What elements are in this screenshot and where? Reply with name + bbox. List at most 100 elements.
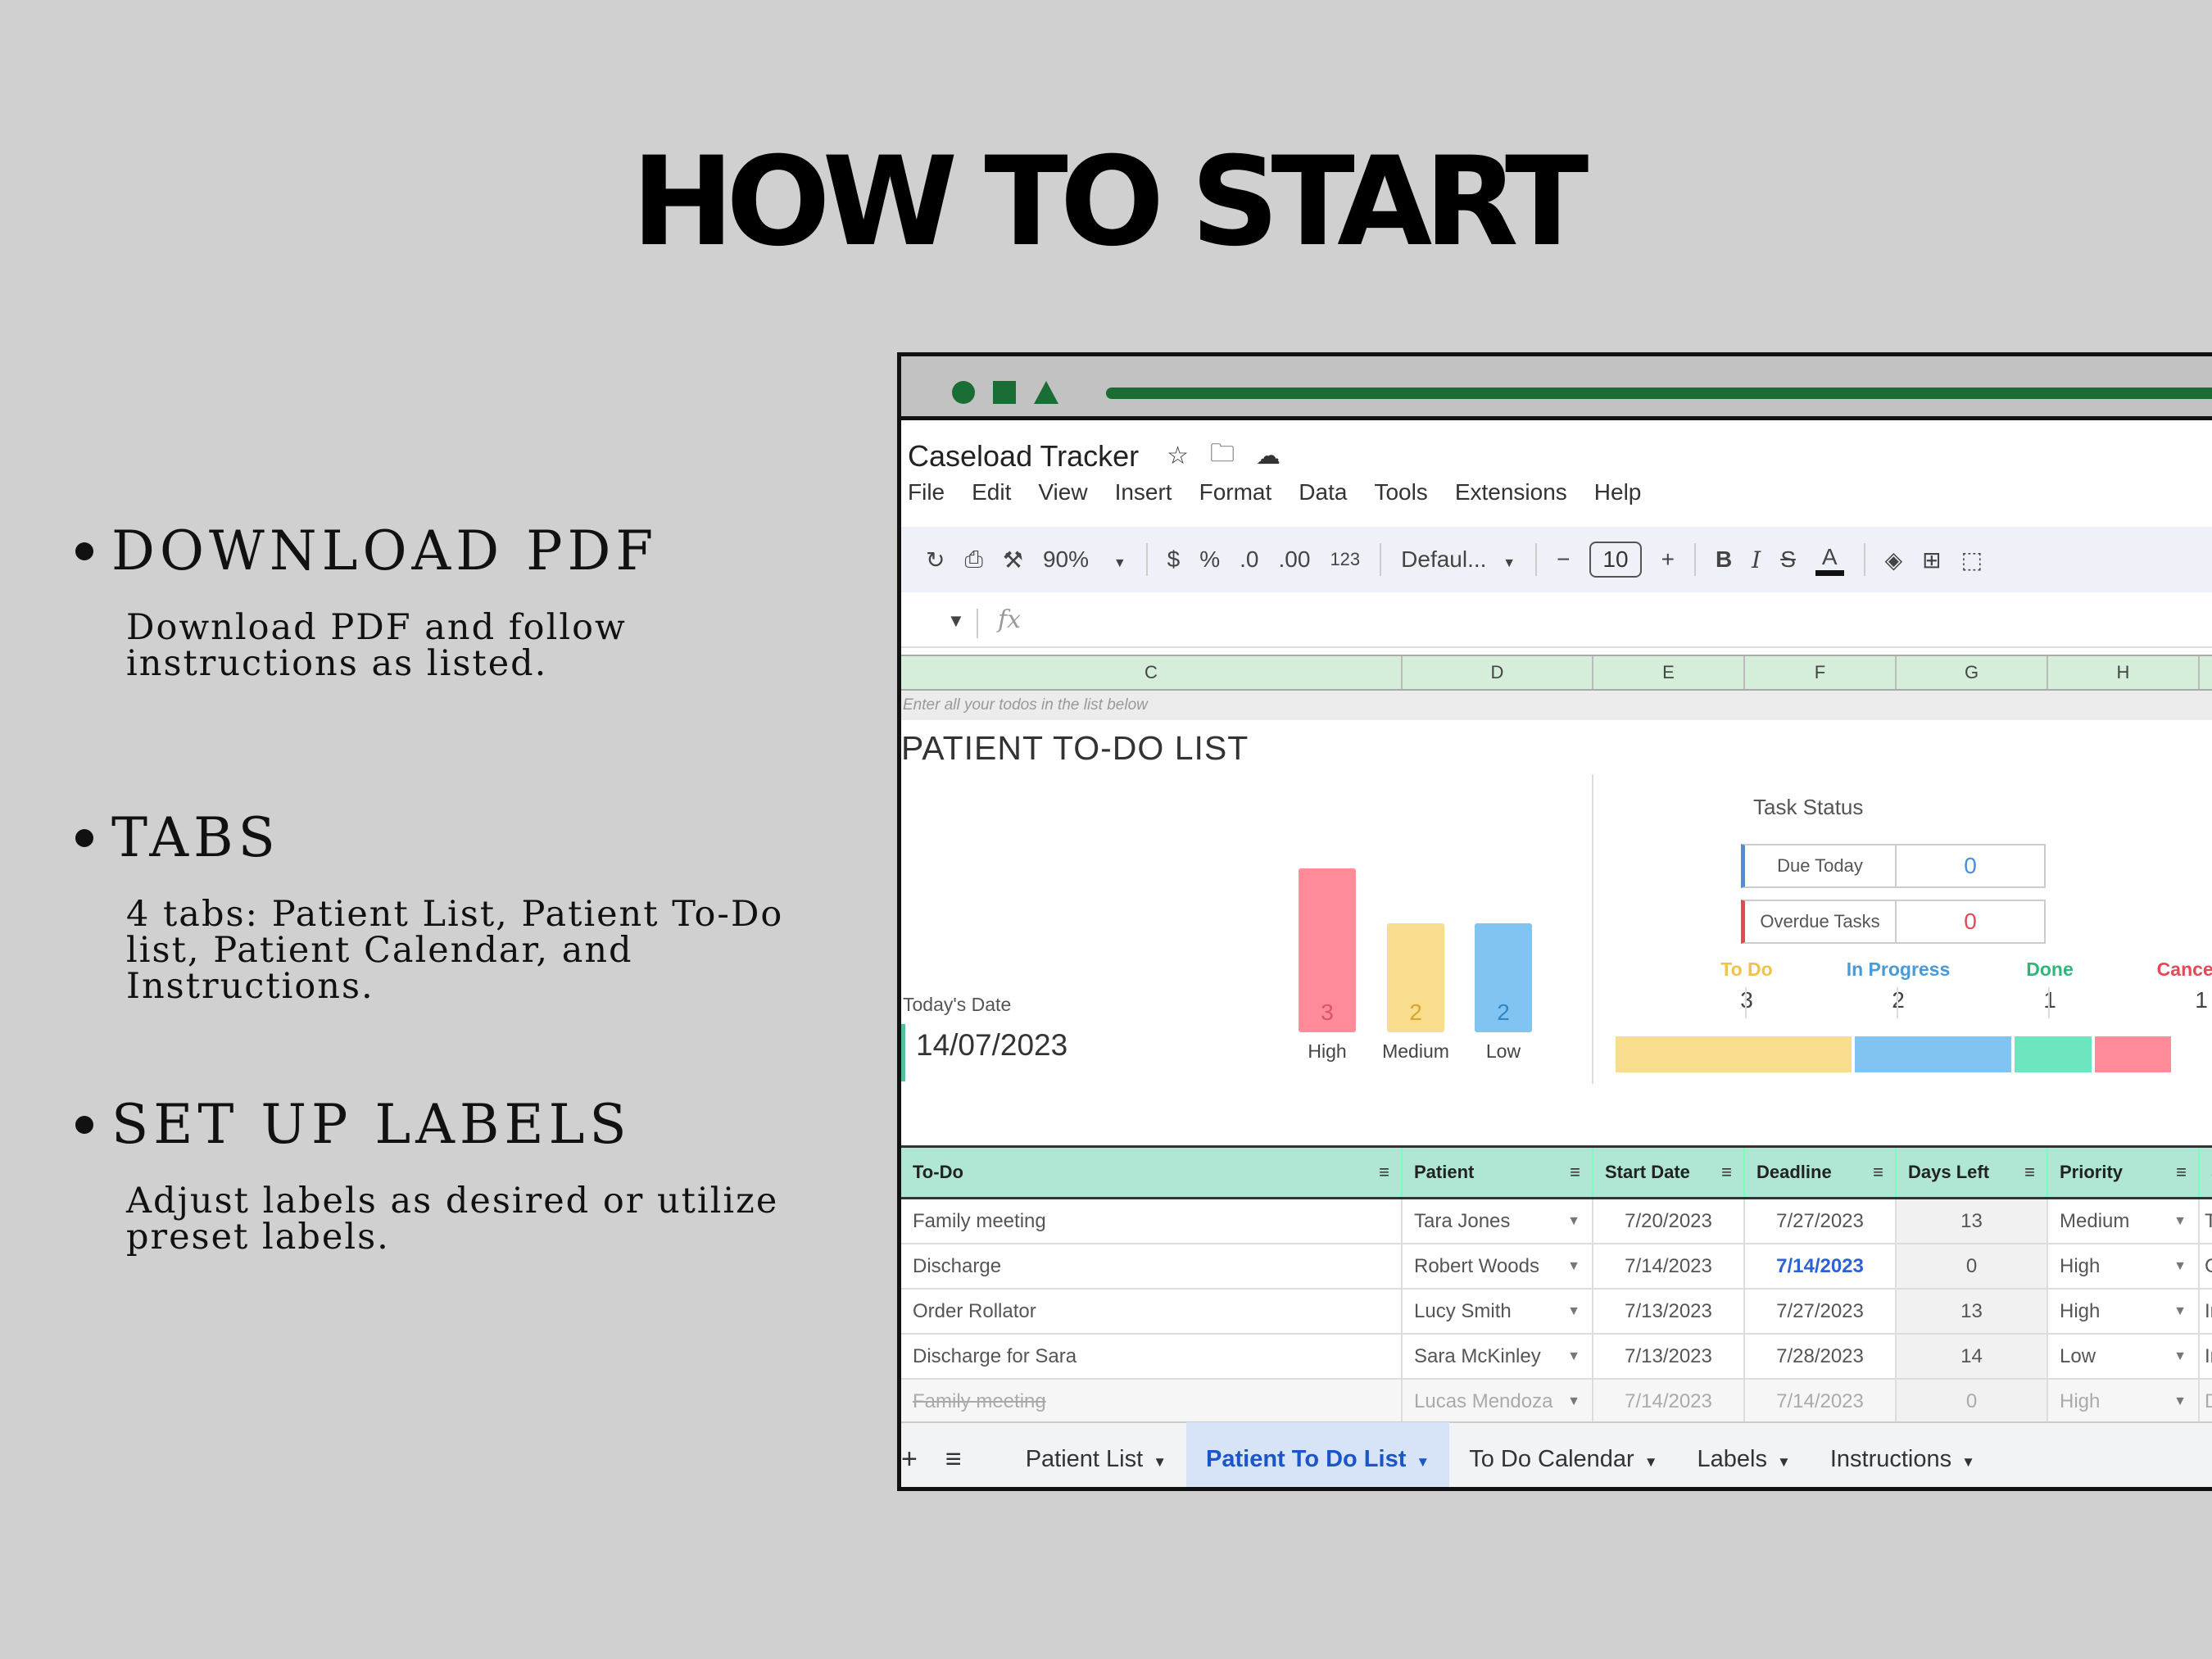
cloud-status-icon[interactable]: ☁ bbox=[1256, 442, 1281, 470]
chevron-down-icon[interactable]: ▼ bbox=[2173, 1335, 2187, 1378]
deadline-cell[interactable]: 7/28/2023 bbox=[1745, 1335, 1897, 1378]
merge-cells-icon[interactable]: ⬚ bbox=[1961, 546, 1983, 573]
menu-tools[interactable]: Tools bbox=[1374, 479, 1427, 505]
add-sheet-icon[interactable]: + bbox=[901, 1444, 918, 1475]
chevron-down-icon[interactable]: ▼ bbox=[1567, 1199, 1580, 1243]
increase-decimal-button[interactable]: .00 bbox=[1279, 546, 1311, 573]
filter-icon[interactable]: ≡ bbox=[2024, 1148, 2035, 1197]
tab-instructions[interactable]: Instructions ▼ bbox=[1811, 1422, 1995, 1487]
filter-icon[interactable]: ≡ bbox=[1873, 1148, 1883, 1197]
column-header-d[interactable]: D bbox=[1403, 656, 1593, 689]
chevron-down-icon[interactable]: ▼ bbox=[1567, 1244, 1580, 1288]
status-cell[interactable]: D bbox=[2200, 1380, 2212, 1423]
patient-cell[interactable]: Sara McKinley ▼ bbox=[1403, 1335, 1593, 1378]
minus-icon[interactable]: − bbox=[1557, 546, 1570, 573]
todo-cell[interactable]: Family meeting bbox=[901, 1380, 1403, 1423]
deadline-cell[interactable]: 7/14/2023 bbox=[1745, 1380, 1897, 1423]
paint-format-icon[interactable]: ⚒ bbox=[1003, 546, 1023, 573]
priority-cell[interactable]: High ▼ bbox=[2048, 1380, 2200, 1423]
chevron-down-icon[interactable]: ▼ bbox=[1567, 1380, 1580, 1423]
todo-cell[interactable]: Discharge for Sara bbox=[901, 1335, 1403, 1378]
menu-data[interactable]: Data bbox=[1299, 479, 1347, 505]
print-icon[interactable]: ⎙ bbox=[964, 546, 982, 573]
header-status[interactable]: St bbox=[2200, 1148, 2212, 1197]
patient-cell[interactable]: Robert Woods ▼ bbox=[1403, 1244, 1593, 1288]
status-cell[interactable]: In bbox=[2200, 1290, 2212, 1333]
number-format-button[interactable]: 123 bbox=[1330, 549, 1360, 570]
status-cell[interactable]: Ca bbox=[2200, 1244, 2212, 1288]
priority-cell[interactable]: Medium ▼ bbox=[2048, 1199, 2200, 1243]
deadline-cell[interactable]: 7/27/2023 bbox=[1745, 1290, 1897, 1333]
font-select[interactable]: Defaul... ▼ bbox=[1401, 546, 1516, 573]
header-todo[interactable]: To-Do ≡ bbox=[901, 1148, 1403, 1197]
menu-view[interactable]: View bbox=[1038, 479, 1087, 505]
start-date-cell[interactable]: 7/13/2023 bbox=[1593, 1290, 1745, 1333]
percent-format-button[interactable]: % bbox=[1199, 546, 1220, 573]
todo-cell[interactable]: Discharge bbox=[901, 1244, 1403, 1288]
start-date-cell[interactable]: 7/14/2023 bbox=[1593, 1380, 1745, 1423]
all-sheets-icon[interactable]: ≡ bbox=[945, 1444, 962, 1475]
menu-extensions[interactable]: Extensions bbox=[1455, 479, 1567, 505]
chevron-down-icon[interactable]: ▼ bbox=[2173, 1244, 2187, 1288]
chevron-down-icon[interactable]: ▼ bbox=[2173, 1380, 2187, 1423]
star-icon[interactable]: ☆ bbox=[1167, 442, 1189, 470]
status-cell[interactable]: In bbox=[2200, 1335, 2212, 1378]
zoom-select[interactable]: 90% ▼ bbox=[1043, 546, 1126, 573]
start-date-cell[interactable]: 7/13/2023 bbox=[1593, 1335, 1745, 1378]
column-header-e[interactable]: E bbox=[1593, 656, 1745, 689]
chevron-down-icon[interactable]: ▼ bbox=[1567, 1335, 1580, 1378]
tab-labels[interactable]: Labels ▼ bbox=[1678, 1422, 1811, 1487]
priority-cell[interactable]: Low ▼ bbox=[2048, 1335, 2200, 1378]
decrease-decimal-button[interactable]: .0 bbox=[1240, 546, 1258, 573]
header-start-date[interactable]: Start Date ≡ bbox=[1593, 1148, 1745, 1197]
header-patient[interactable]: Patient ≡ bbox=[1403, 1148, 1593, 1197]
borders-icon[interactable]: ⊞ bbox=[1922, 546, 1941, 573]
plus-icon[interactable]: + bbox=[1661, 546, 1675, 573]
menu-file[interactable]: File bbox=[908, 479, 945, 505]
move-folder-icon[interactable]: 🗀 bbox=[1210, 435, 1235, 477]
todo-cell[interactable]: Family meeting bbox=[901, 1199, 1403, 1243]
todo-cell[interactable]: Order Rollator bbox=[901, 1290, 1403, 1333]
filter-icon[interactable]: ≡ bbox=[1721, 1148, 1732, 1197]
bold-button[interactable]: B bbox=[1716, 546, 1732, 573]
chevron-down-icon[interactable]: ▼ bbox=[2173, 1290, 2187, 1333]
chevron-down-icon[interactable]: ▼ bbox=[1567, 1290, 1580, 1333]
date-value[interactable]: 14/07/2023 bbox=[916, 1028, 1067, 1063]
column-header-f[interactable]: F bbox=[1745, 656, 1897, 689]
font-size-input[interactable]: 10 bbox=[1589, 542, 1642, 578]
column-header-h[interactable]: H bbox=[2048, 656, 2200, 689]
text-color-button[interactable]: A bbox=[1815, 544, 1844, 576]
patient-cell[interactable]: Tara Jones ▼ bbox=[1403, 1199, 1593, 1243]
start-date-cell[interactable]: 7/20/2023 bbox=[1593, 1199, 1745, 1243]
filter-icon[interactable]: ≡ bbox=[1570, 1148, 1580, 1197]
priority-cell[interactable]: High ▼ bbox=[2048, 1290, 2200, 1333]
fill-color-icon[interactable]: ◈ bbox=[1885, 546, 1903, 573]
header-deadline[interactable]: Deadline ≡ bbox=[1745, 1148, 1897, 1197]
header-priority[interactable]: Priority ≡ bbox=[2048, 1148, 2200, 1197]
column-header-c[interactable]: C bbox=[901, 656, 1403, 689]
italic-button[interactable]: I bbox=[1752, 546, 1761, 573]
strikethrough-button[interactable]: S bbox=[1780, 546, 1796, 573]
filter-icon[interactable]: ≡ bbox=[1379, 1148, 1389, 1197]
header-days-left[interactable]: Days Left ≡ bbox=[1897, 1148, 2048, 1197]
formula-icon[interactable]: fx bbox=[998, 605, 1021, 634]
menu-insert[interactable]: Insert bbox=[1115, 479, 1172, 505]
menu-edit[interactable]: Edit bbox=[972, 479, 1011, 505]
tab-patient-to-do-list[interactable]: Patient To Do List ▼ bbox=[1186, 1422, 1450, 1487]
currency-format-button[interactable]: $ bbox=[1167, 546, 1181, 573]
start-date-cell[interactable]: 7/14/2023 bbox=[1593, 1244, 1745, 1288]
tab-to-do-calendar[interactable]: To Do Calendar ▼ bbox=[1449, 1422, 1677, 1487]
redo-icon[interactable]: ↻ bbox=[926, 546, 945, 573]
patient-cell[interactable]: Lucy Smith ▼ bbox=[1403, 1290, 1593, 1333]
chevron-down-icon[interactable]: ▼ bbox=[2173, 1199, 2187, 1243]
status-cell[interactable]: To bbox=[2200, 1199, 2212, 1243]
document-title[interactable]: Caseload Tracker bbox=[908, 439, 1139, 474]
name-box-dropdown-icon[interactable]: ▼ bbox=[947, 610, 965, 632]
patient-cell[interactable]: Lucas Mendoza ▼ bbox=[1403, 1380, 1593, 1423]
filter-icon[interactable]: ≡ bbox=[2176, 1148, 2187, 1197]
menu-format[interactable]: Format bbox=[1199, 479, 1272, 505]
tab-patient-list[interactable]: Patient List ▼ bbox=[1006, 1422, 1186, 1487]
deadline-cell[interactable]: 7/14/2023 bbox=[1745, 1244, 1897, 1288]
menu-help[interactable]: Help bbox=[1594, 479, 1642, 505]
deadline-cell[interactable]: 7/27/2023 bbox=[1745, 1199, 1897, 1243]
